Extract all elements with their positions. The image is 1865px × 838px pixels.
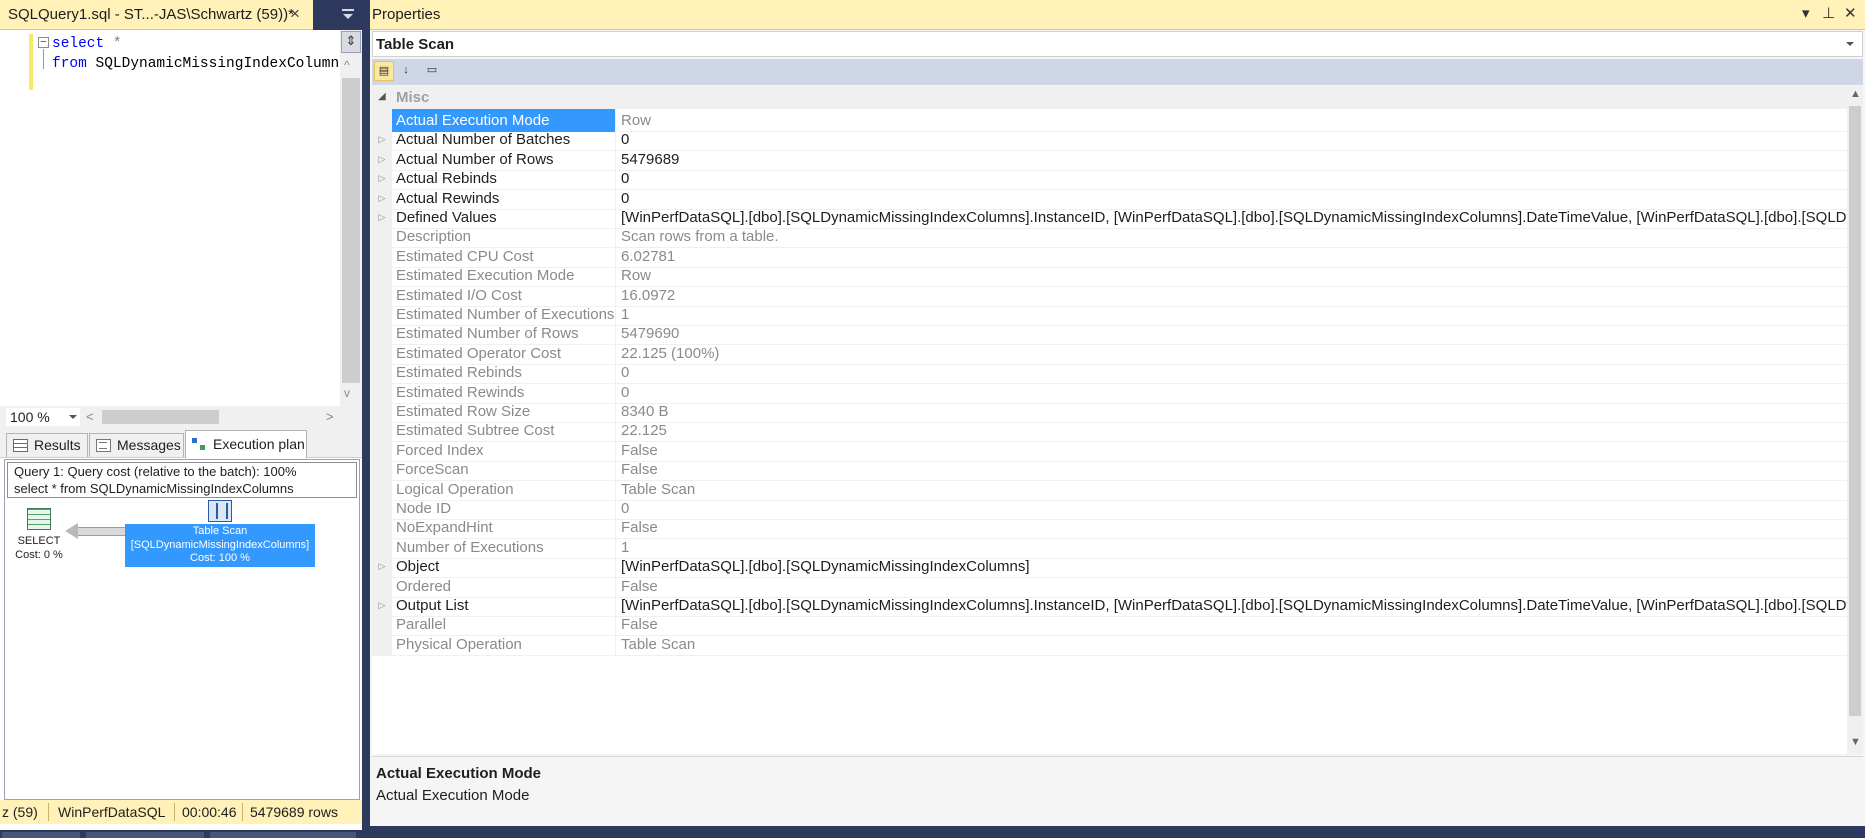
scroll-up-icon[interactable]: ▲	[1850, 88, 1861, 100]
select-operator-icon	[27, 508, 51, 530]
document-list-dropdown-icon[interactable]	[340, 6, 356, 22]
alphabetical-icon[interactable]: ↓	[396, 61, 416, 81]
collapse-region-icon[interactable]: −	[38, 37, 49, 48]
select-operator-name: SELECT	[17, 535, 61, 547]
collapse-triangle-icon[interactable]: ◢	[378, 91, 386, 102]
sql-keyword: from	[52, 56, 87, 72]
bottom-tab-strip	[0, 830, 1865, 838]
editor-vertical-scrollbar[interactable]: ⇕ ^ v	[340, 30, 362, 406]
property-name[interactable]: Physical Operation	[392, 632, 616, 656]
category-name: Misc	[396, 89, 430, 106]
tab-execution-plan-label: Execution plan	[213, 436, 305, 452]
scroll-thumb[interactable]	[1849, 106, 1861, 716]
query-status-bar: z (59) WinPerfDataSQL 00:00:46 5479689 r…	[0, 800, 362, 824]
grid-icon	[13, 439, 28, 452]
execution-plan-canvas[interactable]: Query 1: Query cost (relative to the bat…	[4, 459, 360, 800]
tab-results[interactable]: Results	[6, 433, 88, 457]
query-editor-pane: SQLQuery1.sql - ST...-JAS\Schwartz (59))…	[0, 0, 362, 830]
tab-results-label: Results	[34, 437, 81, 453]
table-scan-operator[interactable]: Table Scan [SQLDynamicMissingIndexColumn…	[125, 500, 315, 567]
data-flow-arrow[interactable]	[65, 523, 127, 539]
editor-margin	[0, 30, 26, 406]
close-icon[interactable]: ✕	[1844, 4, 1857, 22]
code-line[interactable]: from SQLDynamicMissingIndexColumns	[52, 54, 348, 74]
execution-plan-icon	[192, 438, 207, 451]
table-scan-icon	[208, 500, 232, 522]
table-scan-label: Table Scan [SQLDynamicMissingIndexColumn…	[125, 524, 315, 567]
tab-messages[interactable]: Messages	[89, 433, 184, 457]
bottom-tab[interactable]	[210, 832, 356, 838]
property-grid-scrollbar[interactable]: ▲ ▼	[1847, 86, 1863, 754]
table-scan-name: Table Scan	[192, 525, 248, 537]
close-tab-icon[interactable]: ×	[290, 4, 300, 24]
selected-object-name: Table Scan	[376, 36, 455, 53]
property-grid: ◢ Misc Actual Execution Mode Row ▷ Actual N…	[372, 86, 1847, 754]
row-gutter	[372, 632, 392, 656]
status-rows: 5479689 rows	[250, 804, 338, 820]
horizontal-scroll-thumb[interactable]	[102, 410, 219, 424]
change-tracking-bar	[29, 34, 33, 90]
bottom-tab[interactable]	[86, 832, 204, 838]
code-line[interactable]: select *	[52, 34, 348, 54]
status-connection: z (59)	[2, 804, 38, 820]
properties-title-bar: Properties ▾ ⊥ ✕	[370, 0, 1865, 30]
bottom-tab[interactable]	[2, 832, 80, 838]
status-database: WinPerfDataSQL	[58, 804, 166, 820]
category-misc[interactable]: ◢ Misc	[372, 86, 1847, 109]
sql-text: *	[104, 36, 122, 52]
table-scan-object: [SQLDynamicMissingIndexColumns]	[130, 538, 310, 551]
sql-keyword: select	[52, 36, 105, 52]
chevron-down-icon	[1846, 42, 1854, 46]
document-tab[interactable]: SQLQuery1.sql - ST...-JAS\Schwartz (59))…	[0, 0, 313, 30]
table-scan-cost: Cost: 100 %	[190, 552, 250, 564]
messages-icon	[96, 439, 111, 452]
window-menu-icon[interactable]: ▾	[1802, 4, 1810, 22]
zoom-value: 100 %	[10, 409, 50, 425]
chevron-down-icon	[69, 415, 77, 419]
tab-execution-plan[interactable]: Execution plan	[185, 430, 307, 458]
document-tab-bar: SQLQuery1.sql - ST...-JAS\Schwartz (59))…	[0, 0, 362, 30]
scroll-right-icon[interactable]: >	[326, 409, 334, 424]
results-tabs: Results Messages Execution plan	[0, 428, 362, 458]
object-selector[interactable]: Table Scan	[372, 31, 1863, 57]
outline-line	[43, 49, 44, 69]
pin-icon[interactable]: ⊥	[1822, 4, 1835, 22]
properties-window: Properties ▾ ⊥ ✕ Table Scan ▤ ↓ ▭ ◢ Misc…	[370, 0, 1865, 826]
scroll-thumb[interactable]	[342, 78, 360, 383]
sql-editor[interactable]: − select * from SQLDynamicMissingIndexCol…	[0, 30, 362, 406]
properties-title: Properties	[372, 6, 441, 23]
property-row[interactable]: Physical Operation Table Scan	[372, 632, 1847, 656]
description-pane: Actual Execution Mode Actual Execution M…	[372, 756, 1863, 826]
description-text: Actual Execution Mode	[376, 787, 530, 804]
query-text: select * from SQLDynamicMissingIndexColu…	[14, 481, 294, 496]
sql-code[interactable]: select * from SQLDynamicMissingIndexColum…	[52, 34, 348, 74]
status-elapsed: 00:00:46	[182, 804, 237, 820]
sql-text: SQLDynamicMissingIndexColumns	[86, 56, 348, 72]
scroll-left-icon[interactable]: <	[86, 409, 94, 424]
select-operator[interactable]: SELECT Cost: 0 %	[9, 508, 69, 562]
property-pages-icon[interactable]: ▭	[422, 61, 442, 81]
document-tab-title: SQLQuery1.sql - ST...-JAS\Schwartz (59))…	[8, 6, 294, 23]
tab-messages-label: Messages	[117, 437, 181, 453]
property-value[interactable]: Table Scan	[617, 633, 1847, 656]
scroll-up-icon[interactable]: ^	[344, 58, 350, 72]
categorized-icon[interactable]: ▤	[374, 61, 394, 81]
properties-toolbar: ▤ ↓ ▭	[372, 59, 1863, 85]
zoom-bar: 100 % < >	[0, 406, 362, 428]
zoom-select[interactable]: 100 %	[6, 408, 80, 426]
split-editor-icon[interactable]: ⇕	[341, 31, 361, 53]
scroll-down-icon[interactable]: ▼	[1850, 736, 1861, 748]
description-title: Actual Execution Mode	[376, 765, 542, 782]
query-cost-text: Query 1: Query cost (relative to the bat…	[14, 464, 297, 479]
plan-query-header: Query 1: Query cost (relative to the bat…	[7, 462, 357, 498]
select-operator-cost: Cost: 0 %	[15, 549, 63, 561]
scroll-down-icon[interactable]: v	[344, 386, 350, 400]
